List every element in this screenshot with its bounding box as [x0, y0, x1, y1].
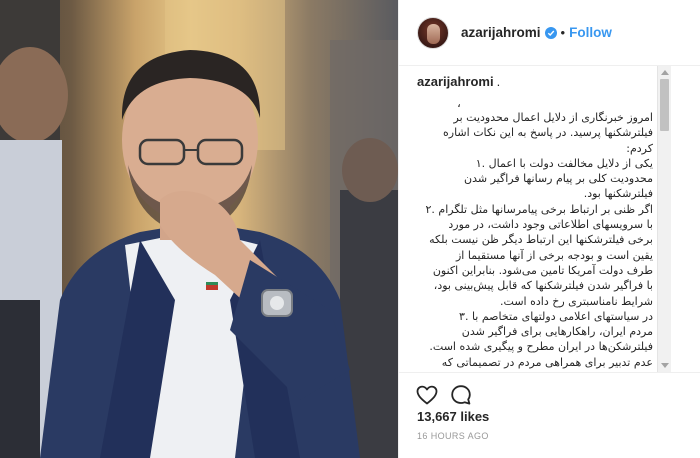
user-avatar[interactable] [417, 16, 449, 49]
caption-line: مردم ایران، راهکارهایی برای فراگیر شدن [461, 325, 653, 339]
caption-line: فیلترشکنها بود. [583, 187, 653, 201]
caption-line: عدم تدبیر برای همراهی مردم در تصمیماتی ک… [441, 355, 653, 369]
post-timestamp[interactable]: 16 HOURS AGO [417, 431, 489, 441]
caption-line: فیلترشکنها پرسید. در پاسخ به این نکات اش… [443, 126, 653, 140]
caption-username[interactable]: azarijahromi. [417, 74, 500, 89]
caption-line: یقین است و بودجه برخی از آنها مستقیما از [455, 248, 653, 262]
caption-period: . [496, 74, 501, 89]
scroll-up-arrow-icon[interactable] [661, 70, 669, 75]
separator-dot: • [560, 25, 566, 40]
caption-line: شرایط نامناسبتری رخ داده است. [500, 294, 653, 308]
post-header: azarijahromi • Follow [399, 0, 700, 66]
post-side-panel: azarijahromi • Follow azarijahromi. ، ام… [398, 0, 700, 458]
caption-line: طرف دولت آمریکا تامین می‌شود. بنابراین ا… [432, 263, 653, 277]
instagram-post: azarijahromi • Follow azarijahromi. ، ام… [0, 0, 700, 458]
caption-text: امروز خبرنگاری از دلایل اعمال محدودیت بر… [417, 110, 653, 372]
caption-line: امروز خبرنگاری از دلایل اعمال محدودیت بر [453, 111, 653, 124]
comments-area[interactable]: azarijahromi. ، امروز خبرنگاری از دلایل … [399, 66, 700, 372]
comments-scrollbar[interactable] [657, 66, 671, 372]
caption-dot: ، [457, 96, 461, 110]
caption-line: فیلترشکن‌ها در ایران مطرح و پیگیری شده ا… [429, 340, 653, 354]
post-actions: 13,667 likes 16 HOURS AGO [399, 372, 700, 458]
scrollbar-thumb[interactable] [660, 79, 669, 131]
likes-count[interactable]: 13,667 likes [417, 409, 489, 424]
caption-line: محدودیت کلی بر پیام رسانها فراگیر شدن [464, 172, 653, 186]
verified-badge-icon [544, 26, 557, 39]
scroll-down-arrow-icon[interactable] [661, 363, 669, 368]
caption-line: اگر ظنی بر ارتباط برخی پیامرسانها مثل تل… [425, 202, 653, 216]
username-link[interactable]: azarijahromi [461, 25, 541, 40]
man-in-suit-image [0, 0, 398, 458]
caption-line: کردم: [626, 141, 653, 155]
caption-line: با فراگیر شدن فیلترشکنها که قابل پیش‌بین… [433, 279, 653, 293]
follow-button[interactable]: Follow [569, 25, 612, 40]
caption-line: برخی فیلترشکنها این ارتباط دیگر ظن نیست … [429, 233, 653, 247]
comment-bubble-icon[interactable] [449, 383, 473, 407]
caption-line: با سرویسهای اطلاعاتی وجود داشت، در مورد [448, 218, 653, 232]
heart-icon[interactable] [415, 383, 439, 407]
post-photo[interactable] [0, 0, 398, 458]
caption-line: یکی از دلایل مخالفت دولت با اعمال .۱ [475, 156, 653, 170]
caption-line: در سیاستهای اعلامی دولتهای متخاصم با .۳ [459, 309, 653, 323]
caption-username-text[interactable]: azarijahromi [417, 74, 494, 89]
